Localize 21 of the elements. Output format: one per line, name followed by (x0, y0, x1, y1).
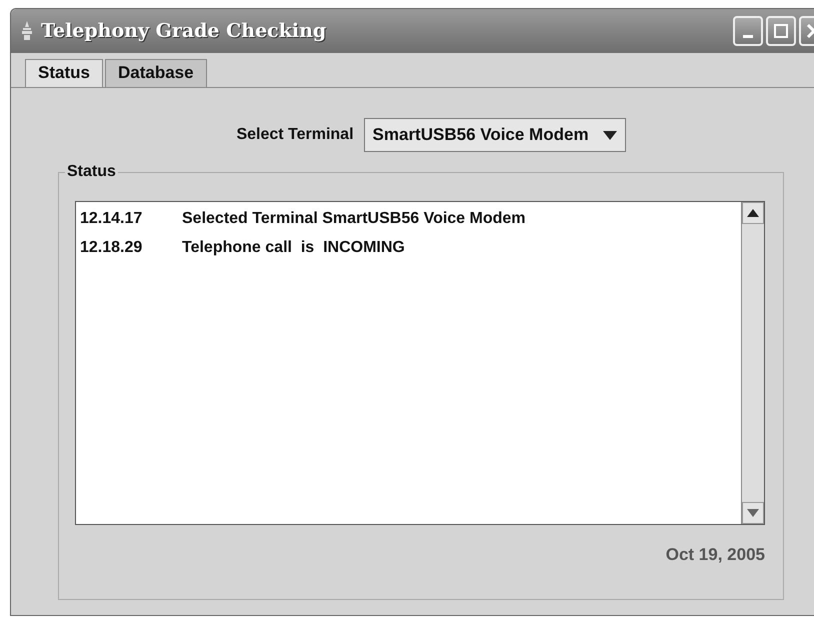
window-title: Telephony Grade Checking (41, 20, 328, 42)
scrollbar[interactable] (741, 202, 764, 524)
terminal-dropdown[interactable]: SmartUSB56 Voice Modem (364, 118, 626, 152)
up-arrow-icon (747, 209, 759, 217)
select-label: Select Terminal (236, 126, 354, 144)
caret-icon (602, 130, 617, 140)
scroll-up-button[interactable] (742, 202, 764, 224)
app-icon (21, 21, 33, 41)
tab[interactable]: Database (104, 59, 207, 87)
minimize-icon (743, 34, 753, 38)
date-label: Oct 19, 2005 (666, 545, 765, 565)
log-message: Selected Terminal SmartUSB56 Voice Modem (182, 210, 526, 228)
tab[interactable]: Status (25, 59, 103, 87)
log-time: 12.18.29 (80, 239, 144, 257)
scroll-down-button[interactable] (742, 502, 764, 524)
maximize-icon (773, 23, 789, 39)
log-time: 12.14.17 (80, 210, 144, 228)
log-message: Telephone call is INCOMING (182, 239, 405, 257)
minimize-button[interactable] (733, 16, 763, 46)
maximize-button[interactable] (766, 16, 796, 46)
down-arrow-icon (747, 509, 759, 517)
